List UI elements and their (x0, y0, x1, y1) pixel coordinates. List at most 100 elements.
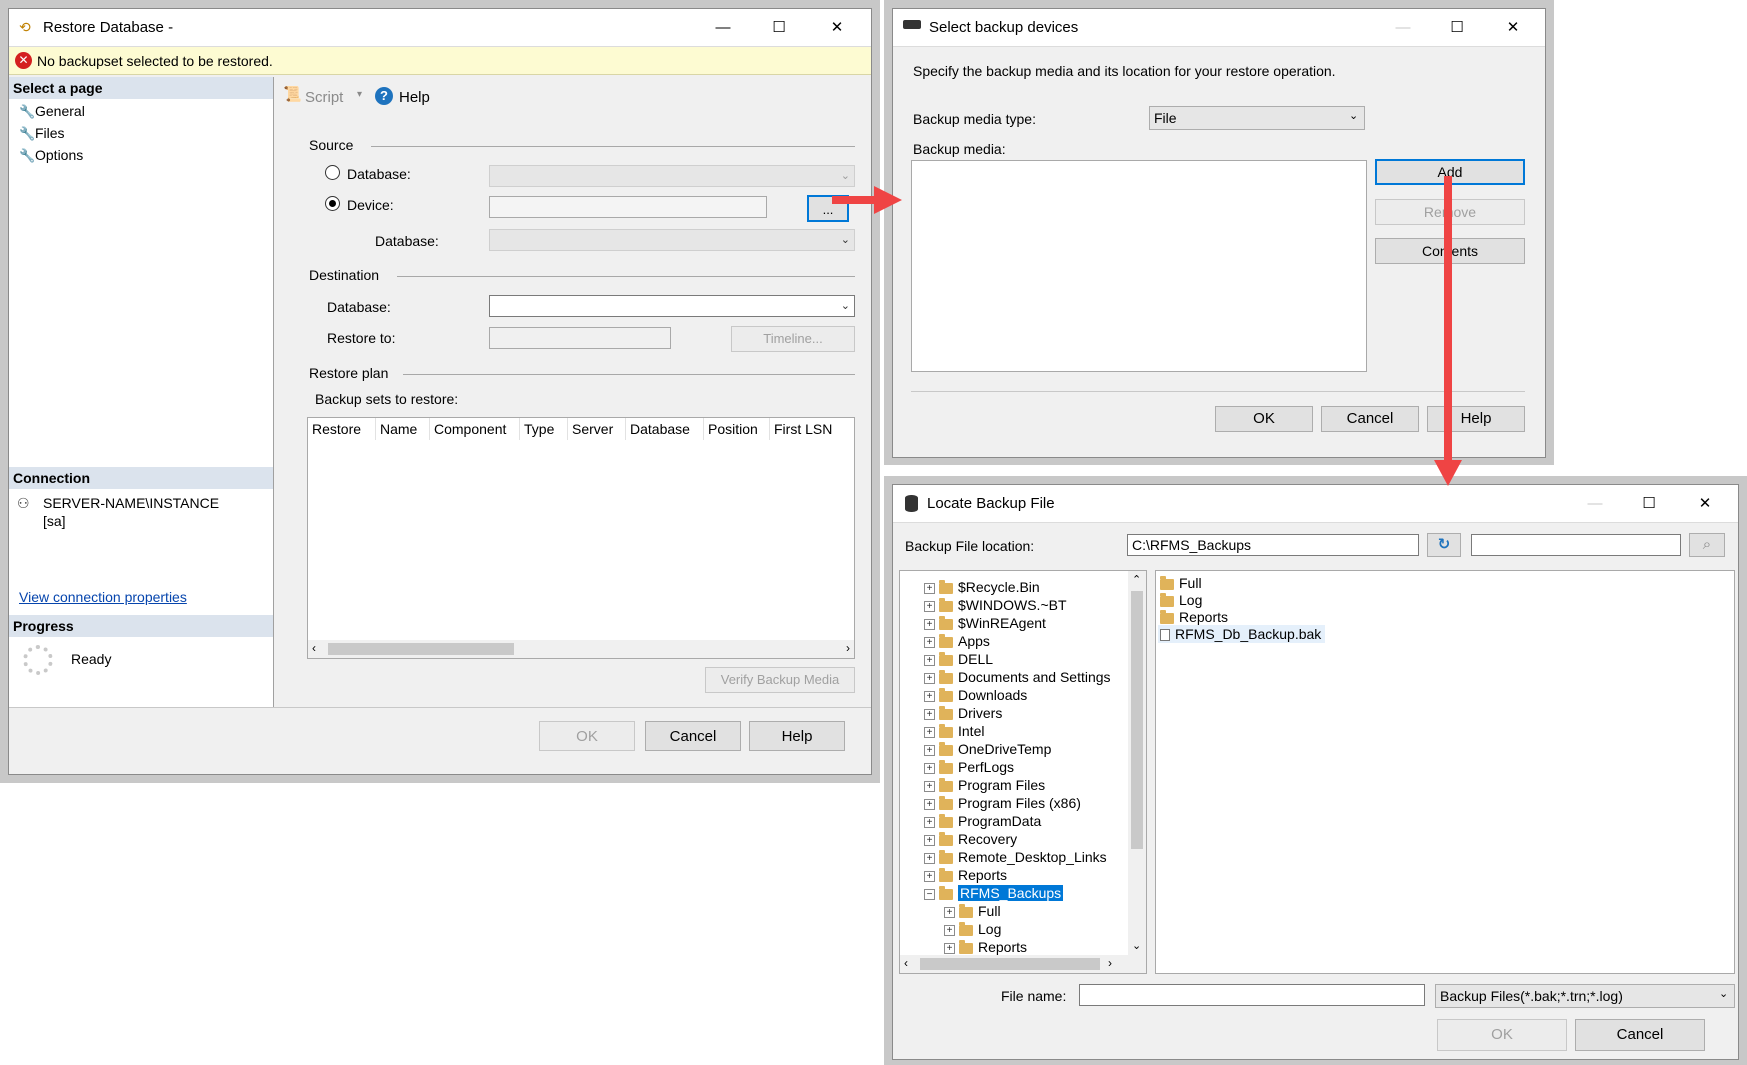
tree-item[interactable]: + Program Files (924, 777, 1045, 795)
ok-button[interactable]: OK (1437, 1019, 1567, 1051)
tree-item[interactable]: + Program Files (x86) (924, 795, 1081, 813)
help-button[interactable]: Help (1427, 406, 1525, 432)
scroll-left-icon[interactable]: ‹ (312, 641, 316, 655)
file-type-filter-select[interactable]: Backup Files(*.bak;*.trn;*.log) (1435, 984, 1735, 1008)
destination-database-select[interactable]: ⌄ (489, 295, 855, 317)
page-item-general[interactable]: 🔧General (19, 103, 85, 120)
location-field[interactable]: C:\RFMS_Backups (1127, 534, 1419, 556)
column-header[interactable]: First LSN (770, 418, 854, 440)
tree-horizontal-scrollbar[interactable]: ‹ › (900, 955, 1146, 973)
refresh-button[interactable]: ↻ (1427, 533, 1461, 557)
maximize-button[interactable]: ☐ (1631, 491, 1667, 517)
script-button[interactable]: Script (305, 89, 343, 106)
expand-icon[interactable]: + (924, 726, 935, 738)
help-toolbar-button[interactable]: Help (399, 89, 430, 106)
help-button[interactable]: Help (749, 721, 845, 751)
tree-child-item[interactable]: + Full (944, 903, 1001, 921)
tree-item-selected[interactable]: − RFMS_Backups (924, 885, 1064, 903)
expand-icon[interactable]: + (924, 582, 935, 594)
expand-icon[interactable]: + (924, 600, 935, 612)
expand-icon[interactable]: + (924, 780, 935, 792)
cancel-button[interactable]: Cancel (645, 721, 741, 751)
expand-icon[interactable]: + (944, 906, 955, 918)
minimize-button[interactable]: — (705, 15, 741, 41)
tree-child-item[interactable]: + Log (944, 921, 1001, 939)
column-header[interactable]: Database (626, 418, 704, 440)
tree-item[interactable]: + PerfLogs (924, 759, 1014, 777)
tree-item[interactable]: + Downloads (924, 687, 1027, 705)
column-header[interactable]: Component (430, 418, 520, 440)
column-header[interactable]: Position (704, 418, 770, 440)
expand-icon[interactable]: + (924, 654, 935, 666)
collapse-icon[interactable]: − (924, 888, 935, 900)
folder-tree[interactable]: + $Recycle.Bin + $WINDOWS.~BT + $WinREAgent… (899, 570, 1147, 974)
verify-backup-media-button[interactable]: Verify Backup Media (705, 667, 855, 693)
expand-icon[interactable]: + (924, 672, 935, 684)
expand-icon[interactable]: + (924, 798, 935, 810)
script-dropdown-icon[interactable]: ▾ (357, 89, 362, 100)
cancel-button[interactable]: Cancel (1321, 406, 1419, 432)
minimize-button[interactable]: — (1577, 491, 1613, 517)
expand-icon[interactable]: + (944, 942, 955, 954)
file-name-field[interactable] (1079, 984, 1425, 1006)
scrollbar-thumb[interactable] (328, 643, 514, 655)
file-list-item[interactable]: Log (1160, 592, 1202, 608)
column-header[interactable]: Restore (308, 418, 376, 440)
tree-item[interactable]: + ProgramData (924, 813, 1041, 831)
scroll-down-icon[interactable]: ⌄ (1132, 939, 1141, 952)
scrollbar-thumb[interactable] (1131, 591, 1143, 849)
tree-item[interactable]: + OneDriveTemp (924, 741, 1051, 759)
source-db-select[interactable]: ⌄ (489, 229, 855, 251)
tree-item[interactable]: + $Recycle.Bin (924, 579, 1040, 597)
expand-icon[interactable]: + (944, 924, 955, 936)
grid-horizontal-scrollbar[interactable]: ‹ › (308, 640, 854, 658)
expand-icon[interactable]: + (924, 870, 935, 882)
column-header[interactable]: Type (520, 418, 568, 440)
maximize-button[interactable]: ☐ (761, 15, 797, 41)
scroll-right-icon[interactable]: › (846, 641, 850, 655)
column-header[interactable]: Name (376, 418, 430, 440)
scroll-up-icon[interactable]: ⌃ (1132, 573, 1141, 586)
backup-media-list[interactable] (911, 160, 1367, 372)
expand-icon[interactable]: + (924, 636, 935, 648)
source-database-select[interactable]: ⌄ (489, 165, 855, 187)
restore-to-field[interactable] (489, 327, 671, 349)
tree-item[interactable]: + $WinREAgent (924, 615, 1046, 633)
expand-icon[interactable]: + (924, 690, 935, 702)
tree-item[interactable]: + $WINDOWS.~BT (924, 597, 1067, 615)
tree-item[interactable]: + Drivers (924, 705, 1002, 723)
database-radio[interactable] (325, 165, 340, 180)
tree-item[interactable]: + Intel (924, 723, 984, 741)
media-type-select[interactable]: File (1149, 106, 1365, 130)
tree-item[interactable]: + Reports (924, 867, 1007, 885)
scroll-right-icon[interactable]: › (1108, 956, 1112, 970)
expand-icon[interactable]: + (924, 762, 935, 774)
tree-item[interactable]: + Remote_Desktop_Links (924, 849, 1107, 867)
view-connection-properties-link[interactable]: View connection properties (19, 589, 187, 605)
tree-item[interactable]: + Documents and Settings (924, 669, 1111, 687)
expand-icon[interactable]: + (924, 744, 935, 756)
device-field[interactable] (489, 196, 767, 218)
tree-item[interactable]: + Apps (924, 633, 990, 651)
expand-icon[interactable]: + (924, 816, 935, 828)
search-input[interactable] (1471, 534, 1681, 556)
expand-icon[interactable]: + (924, 852, 935, 864)
page-item-files[interactable]: 🔧Files (19, 125, 65, 142)
tree-item[interactable]: + Recovery (924, 831, 1017, 849)
ok-button[interactable]: OK (1215, 406, 1313, 432)
file-list-item-backup[interactable]: RFMS_Db_Backup.bak (1158, 625, 1326, 643)
maximize-button[interactable]: ☐ (1439, 15, 1475, 41)
timeline-button[interactable]: Timeline... (731, 326, 855, 352)
file-list-item[interactable]: Full (1160, 575, 1202, 591)
ok-button[interactable]: OK (539, 721, 635, 751)
file-list[interactable]: Full Log Reports RFMS_Db_Backup.bak (1155, 570, 1735, 974)
expand-icon[interactable]: + (924, 708, 935, 720)
file-list-item[interactable]: Reports (1160, 609, 1228, 625)
expand-icon[interactable]: + (924, 618, 935, 630)
tree-item[interactable]: + DELL (924, 651, 993, 669)
device-radio[interactable] (325, 196, 340, 211)
close-button[interactable]: ✕ (819, 15, 855, 41)
scrollbar-thumb[interactable] (920, 958, 1100, 970)
tree-vertical-scrollbar[interactable]: ⌃ ⌄ (1128, 571, 1146, 955)
column-header[interactable]: Server (568, 418, 626, 440)
